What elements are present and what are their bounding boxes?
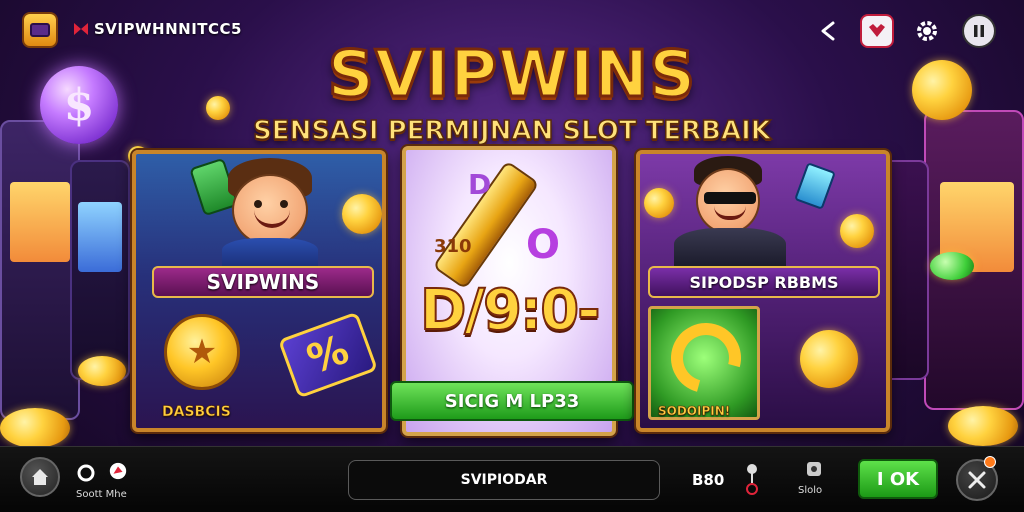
percent-ticket-icon: %: [277, 311, 379, 399]
left-panel-banner: SVIPWINS: [152, 266, 374, 298]
ok-button[interactable]: I OK: [858, 459, 938, 499]
gold-coin-icon: [342, 194, 382, 234]
promo-panel-right[interactable]: SIPODSP RBBMS SODOIPIN!: [636, 150, 890, 432]
center-jackpot-text: D/9:0-: [419, 277, 602, 344]
chip-icon[interactable]: [108, 461, 128, 481]
arcade-screen: [78, 202, 122, 272]
bottom-left-label: Soott Mhe: [76, 489, 127, 500]
host-avatar: [696, 168, 760, 234]
mascot-avatar: [232, 174, 308, 246]
slot-label: Slolo: [798, 485, 823, 496]
horseshoe-icon: [658, 310, 754, 406]
letter-d-icon: D: [468, 168, 492, 201]
gold-coin-icon: [78, 356, 126, 386]
right-panel-banner: SIPODSP RBBMS: [648, 266, 880, 298]
game-subtitle: SENSASI PERMIJNAN SLOT TERBAIK: [252, 115, 771, 147]
gold-coin-icon: [0, 408, 70, 448]
brand-icon: [72, 20, 90, 38]
bottom-bar: Soott Mhe SVIPIODAR B80 Slolo I OK: [0, 446, 1024, 512]
home-button[interactable]: [20, 457, 60, 497]
gold-coin-icon: [840, 214, 874, 248]
brand-name: SVIPWHNNITCC5: [94, 20, 242, 38]
star-coin-icon: ★: [164, 314, 240, 390]
pause-icon: [974, 25, 984, 37]
letter-o-icon: O: [526, 222, 561, 268]
crossed-swords-icon: [968, 471, 986, 489]
right-panel-caption: SODOIPIN!: [658, 404, 731, 419]
search-field[interactable]: SVIPIODAR: [348, 460, 660, 500]
center-small-number: 310: [434, 236, 472, 257]
gold-coin-icon: [800, 330, 858, 388]
left-panel-caption: DASBCIS: [162, 404, 231, 421]
pin-icon[interactable]: [742, 461, 762, 497]
home-icon: [32, 469, 48, 485]
character-suit: [222, 238, 318, 268]
blue-gem-icon: [794, 162, 836, 210]
bet-value: B80: [692, 471, 725, 489]
promo-panel-left[interactable]: SVIPWINS ★ % DASBCIS: [132, 150, 386, 432]
arcade-machine-left-2: [70, 160, 130, 380]
notification-badge: [984, 456, 996, 468]
arcade-machine-left: [0, 120, 80, 420]
gold-coin-icon: [644, 188, 674, 218]
arcade-screen: [10, 182, 70, 262]
green-gem-icon: [930, 252, 974, 280]
slot-machine-icon[interactable]: [804, 459, 824, 479]
character-suit: [674, 228, 786, 268]
ring-icon[interactable]: [76, 463, 96, 483]
gold-coin-icon: [948, 406, 1018, 446]
play-now-button[interactable]: SICIG M LP33: [390, 381, 634, 421]
horseshoe-tile: [648, 306, 760, 420]
game-title: SVIPWINS: [326, 37, 697, 114]
